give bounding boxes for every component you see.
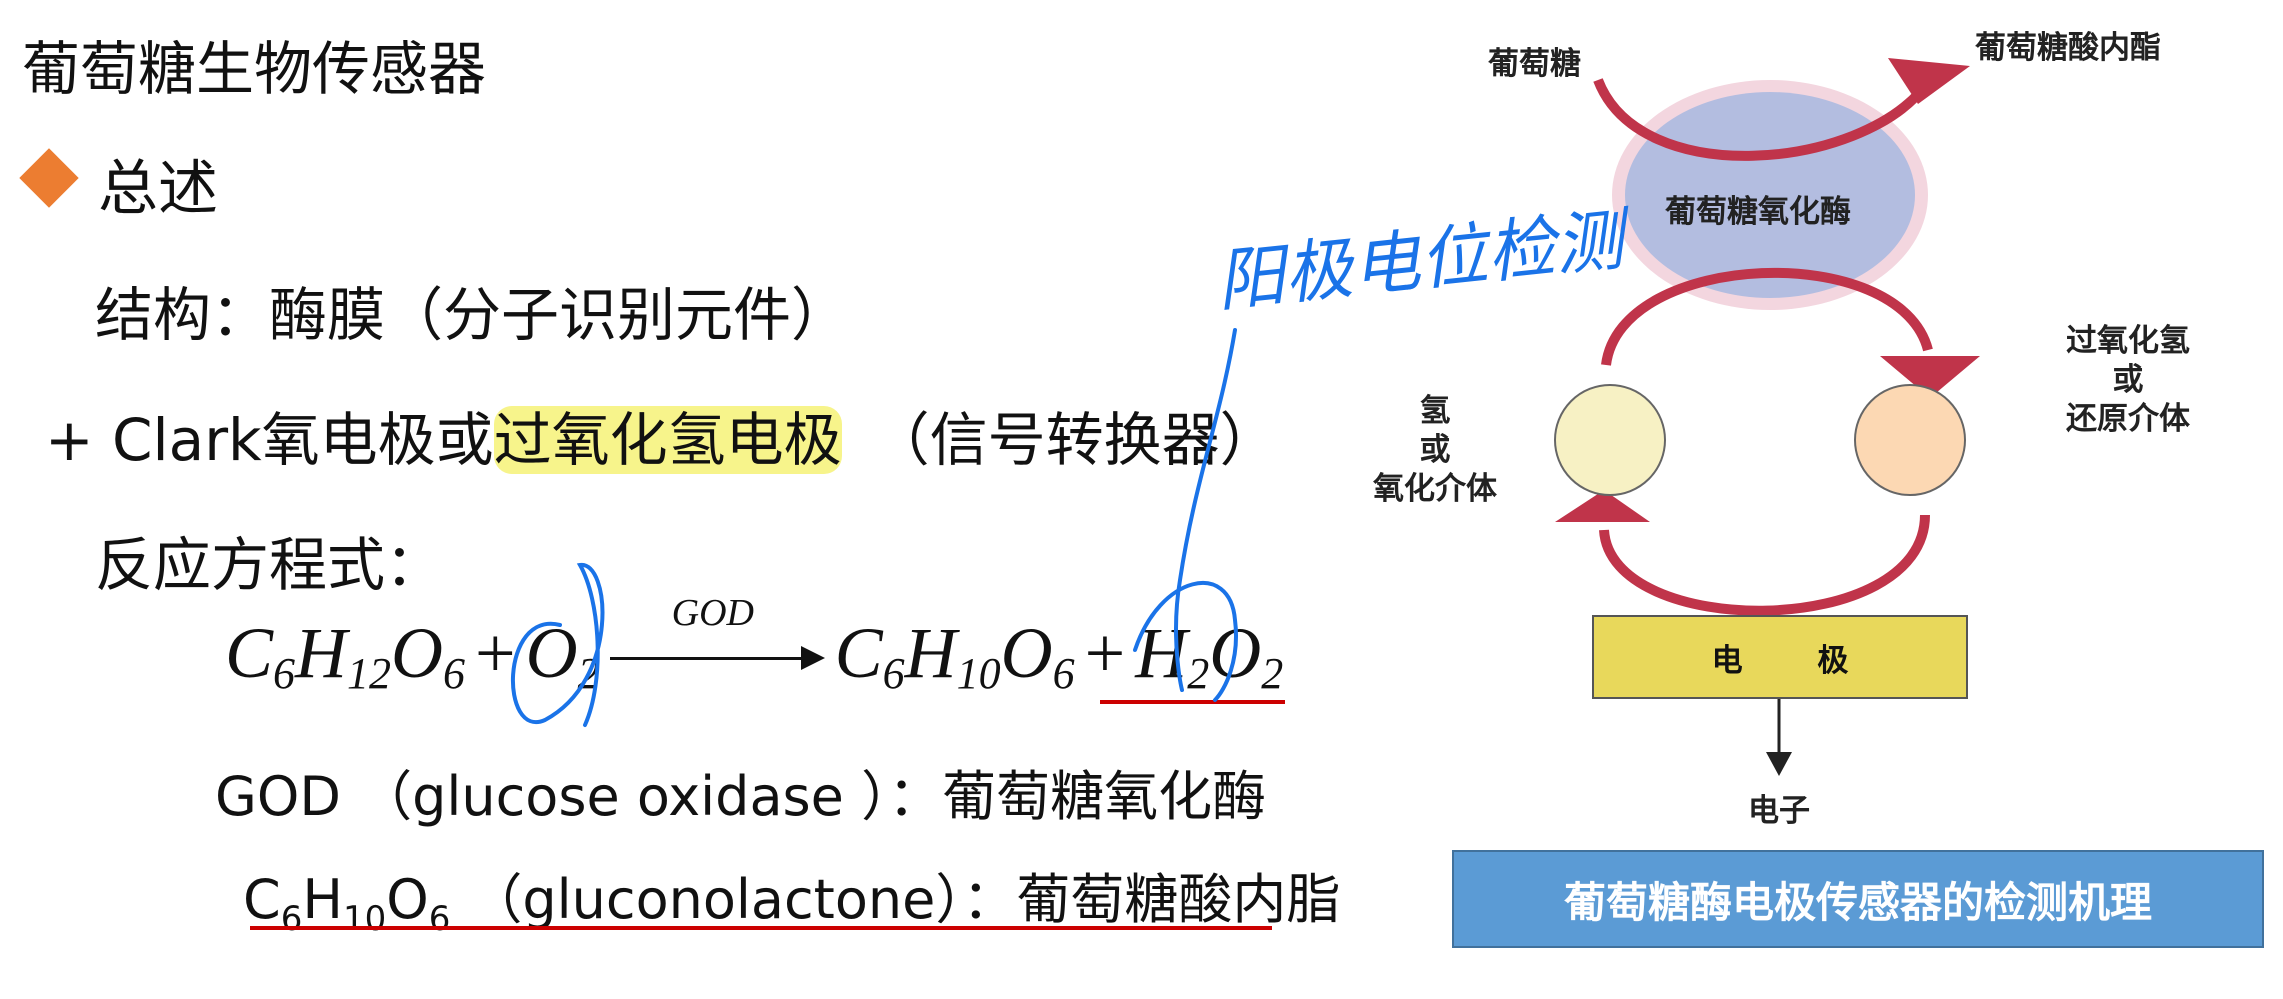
diagram-caption: 葡萄糖酶电极传感器的检测机理 [1452, 850, 2264, 948]
electron-label: 电子 [1748, 793, 1810, 829]
glucose-label: 葡萄糖 [1488, 46, 1581, 82]
pointer-line [1174, 328, 1237, 692]
enzyme-label: 葡萄糖氧化酶 [1665, 194, 1851, 230]
handwriting-strokes [511, 328, 1238, 727]
left-species-circle [1554, 384, 1666, 496]
bottom-arc-arrow [1599, 514, 1930, 616]
lactone-label: 葡萄糖酸内酯 [1975, 30, 2161, 66]
electrode-box: 电 极 [1592, 615, 1968, 699]
right-species-circle [1854, 384, 1966, 496]
h2o2-loop [1133, 581, 1238, 702]
top-arrowhead-icon [1888, 58, 1970, 104]
electron-arrowhead-icon [1766, 752, 1792, 776]
right-species-label: 过氧化氢 或 还原介体 [2066, 323, 2190, 437]
circle-around-o2 [511, 562, 605, 727]
left-species-label: 氢 或 氧化介体 [1373, 393, 1497, 507]
